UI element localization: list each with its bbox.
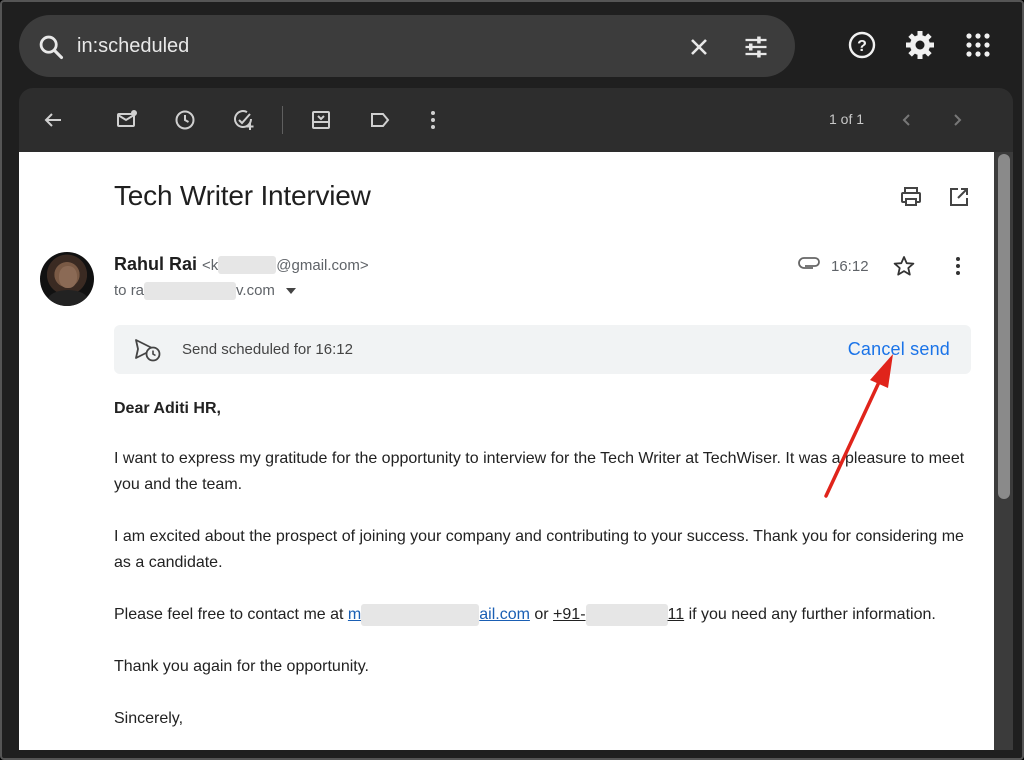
chevron-down-icon[interactable]	[285, 285, 297, 297]
more-vert-icon[interactable]	[946, 254, 970, 278]
print-icon[interactable]	[899, 185, 923, 209]
scheduled-send-icon	[135, 339, 161, 362]
closing: Sincerely,	[114, 710, 184, 727]
help-icon[interactable]: ?	[846, 29, 878, 61]
email-body: Dear Aditi HR, I want to express my grat…	[114, 396, 974, 750]
apps-grid-icon[interactable]	[962, 29, 994, 61]
cancel-send-button[interactable]: Cancel send	[848, 339, 950, 360]
gmail-window: in:scheduled ? 1 of 1 Tech Writer Interv…	[0, 0, 1024, 760]
clock-icon[interactable]	[173, 108, 197, 132]
greeting: Dear Aditi HR,	[114, 400, 221, 417]
move-to-icon[interactable]	[309, 108, 333, 132]
scheduled-send-text: Send scheduled for 16:12	[182, 341, 353, 358]
sender-email-end: @gmail.com>	[276, 257, 369, 274]
chevron-right-icon[interactable]	[945, 108, 969, 132]
label-icon[interactable]	[368, 108, 392, 132]
chevron-left-icon[interactable]	[895, 108, 919, 132]
search-bar[interactable]: in:scheduled	[19, 15, 795, 77]
sender-email-start: <k	[202, 257, 219, 274]
paragraph: Thank you again for the opportunity.	[114, 658, 369, 675]
message-toolbar: 1 of 1	[19, 88, 1013, 152]
recipient-line[interactable]: to ra v.com	[114, 282, 297, 301]
toolbar-divider	[282, 106, 283, 134]
email-time: 16:12	[831, 258, 869, 275]
message-view: Tech Writer Interview Rahul Rai <k @gmail…	[19, 152, 994, 750]
star-icon[interactable]	[892, 254, 916, 278]
paperclip-icon	[798, 257, 820, 269]
add-task-icon[interactable]	[231, 108, 255, 132]
sender-name: Rahul Rai	[114, 254, 198, 274]
redacted-block	[144, 282, 237, 301]
to-start: ra	[130, 282, 145, 299]
email-link-end: ail.com	[479, 606, 530, 623]
paragraph: I want to express my gratitude for the o…	[114, 450, 965, 493]
para-text: or	[529, 606, 554, 623]
phone-start: +91-	[553, 606, 586, 623]
sender-line: Rahul Rai <k @gmail.com>	[114, 254, 369, 275]
para-text: Please feel free to contact me at	[114, 606, 348, 623]
to-prefix: to	[114, 282, 131, 299]
svg-text:?: ?	[857, 38, 867, 55]
pager-text: 1 of 1	[829, 111, 865, 127]
arrow-left-icon[interactable]	[41, 108, 65, 132]
email-link-start: m	[347, 606, 362, 623]
phone-link[interactable]: +91- 11	[553, 603, 685, 626]
mark-unread-icon[interactable]	[115, 108, 139, 132]
redacted-block	[361, 603, 480, 626]
para-text: if you need any further information.	[684, 606, 936, 623]
scrollbar-thumb[interactable]	[998, 154, 1010, 499]
contact-paragraph: Please feel free to contact me at m ail.c…	[114, 602, 974, 628]
email-link[interactable]: m ail.com	[347, 603, 530, 626]
gear-icon[interactable]	[904, 29, 936, 61]
paragraph: I am excited about the prospect of joini…	[114, 528, 964, 571]
search-input[interactable]: in:scheduled	[77, 33, 189, 59]
to-end: v.com	[236, 282, 275, 299]
phone-end: 11	[667, 606, 685, 623]
email-subject: Tech Writer Interview	[114, 180, 371, 211]
open-in-new-icon[interactable]	[947, 185, 971, 209]
more-vert-icon[interactable]	[421, 108, 445, 132]
close-icon[interactable]	[685, 33, 713, 61]
avatar	[40, 252, 94, 306]
scheduled-send-banner: Send scheduled for 16:12 Cancel send	[114, 325, 971, 374]
search-icon[interactable]	[37, 33, 65, 61]
redacted-block	[585, 603, 668, 626]
tune-icon[interactable]	[742, 33, 770, 61]
redacted-block	[218, 256, 277, 275]
